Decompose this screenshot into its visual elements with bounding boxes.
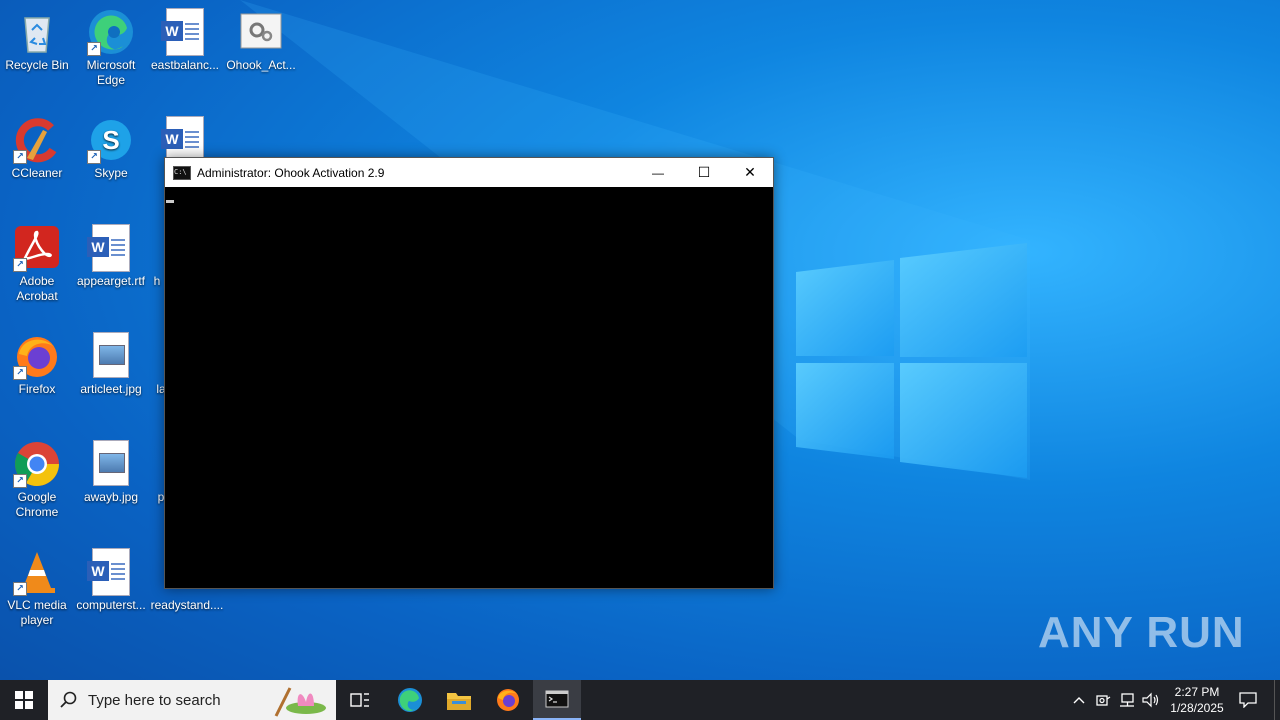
skype-icon: S ↗ bbox=[87, 116, 135, 164]
taskbar-clock[interactable]: 2:27 PM 1/28/2025 bbox=[1162, 684, 1232, 716]
desktop-icon-computerst[interactable]: W computerst... bbox=[74, 548, 148, 613]
window-title: Administrator: Ohook Activation 2.9 bbox=[197, 165, 385, 180]
taskbar-edge-button[interactable] bbox=[386, 680, 434, 720]
word-document-icon: W bbox=[87, 224, 135, 272]
start-button[interactable] bbox=[0, 680, 48, 720]
desktop-icon-skype[interactable]: S ↗ Skype bbox=[74, 116, 148, 181]
clock-time: 2:27 PM bbox=[1174, 685, 1220, 699]
desktop-icon-ccleaner[interactable]: ↗ CCleaner bbox=[0, 116, 74, 181]
anyrun-watermark: ANY RUN bbox=[1038, 608, 1245, 657]
close-icon: ✕ bbox=[744, 164, 756, 180]
action-center-button[interactable] bbox=[1234, 680, 1262, 720]
desktop-icon-label: Microsoft Edge bbox=[86, 58, 136, 87]
shortcut-arrow-icon: ↗ bbox=[87, 42, 101, 56]
desktop-icon-adobe-acrobat[interactable]: ↗ Adobe Acrobat bbox=[0, 224, 74, 304]
desktop-icon-label: computerst... bbox=[76, 598, 146, 612]
tray-network[interactable] bbox=[1116, 680, 1138, 720]
shortcut-arrow-icon: ↗ bbox=[87, 150, 101, 164]
adobe-acrobat-icon: ↗ bbox=[13, 224, 61, 272]
network-icon bbox=[1120, 693, 1134, 707]
desktop-icon-label: Firefox bbox=[18, 382, 56, 396]
desktop-icon-label: eastbalanc... bbox=[150, 58, 220, 72]
camera-icon bbox=[1096, 695, 1111, 706]
chevron-up-icon bbox=[1073, 697, 1085, 704]
maximize-icon: ☐ bbox=[697, 164, 711, 180]
search-icon bbox=[60, 691, 77, 708]
taskbar-firefox-button[interactable] bbox=[484, 680, 532, 720]
firefox-icon: ↗ bbox=[13, 332, 61, 380]
desktop-icon-label: CCleaner bbox=[11, 166, 63, 180]
maximize-button[interactable]: ☐ bbox=[681, 158, 727, 187]
desktop-icon-label: Ohook_Act... bbox=[226, 58, 296, 72]
speaker-icon bbox=[1142, 692, 1159, 708]
task-view-icon bbox=[350, 693, 369, 707]
taskbar: Type here to search 2:27 PM 1/28/2025 bbox=[0, 680, 1280, 720]
desktop-icon-label: Google Chrome bbox=[15, 490, 59, 519]
desktop-icon-label: VLC media player bbox=[7, 598, 67, 627]
image-file-icon bbox=[87, 332, 135, 380]
shortcut-arrow-icon: ↗ bbox=[13, 582, 27, 596]
search-highlight-icon bbox=[274, 687, 326, 717]
edge-icon: ↗ bbox=[87, 8, 135, 56]
edge-icon bbox=[398, 688, 422, 712]
task-view-button[interactable] bbox=[336, 680, 384, 720]
shortcut-arrow-icon: ↗ bbox=[13, 366, 27, 380]
desktop-icon-label: h bbox=[153, 274, 161, 288]
minimize-button[interactable]: — bbox=[635, 158, 681, 187]
image-file-icon bbox=[87, 440, 135, 488]
svg-text:S: S bbox=[102, 125, 119, 155]
shortcut-arrow-icon: ↗ bbox=[13, 258, 27, 272]
notification-icon bbox=[1239, 692, 1257, 708]
shortcut-arrow-icon: ↗ bbox=[13, 474, 27, 488]
desktop-icon-ohook-act[interactable]: Ohook_Act... bbox=[224, 8, 298, 73]
desktop-icon-vlc[interactable]: ↗ VLC media player bbox=[0, 548, 74, 628]
shortcut-arrow-icon: ↗ bbox=[13, 150, 27, 164]
word-document-icon: W bbox=[161, 8, 209, 56]
close-button[interactable]: ✕ bbox=[727, 158, 773, 187]
folder-icon bbox=[447, 693, 471, 710]
windows-icon bbox=[15, 691, 33, 709]
console-output[interactable] bbox=[165, 188, 773, 588]
desktop-icon-label: Skype bbox=[94, 166, 128, 180]
desktop-icon-recycle-bin[interactable]: Recycle Bin bbox=[0, 8, 74, 73]
tray-volume[interactable] bbox=[1140, 680, 1162, 720]
clock-date: 1/28/2025 bbox=[1170, 701, 1224, 715]
desktop-icon-label: readystand.... bbox=[150, 598, 224, 612]
desktop-icon-readystand[interactable]: readystand.... bbox=[150, 598, 224, 613]
console-titlebar[interactable]: C:\ Administrator: Ohook Activation 2.9 … bbox=[165, 158, 773, 187]
recycle-bin-icon bbox=[13, 8, 61, 56]
taskbar-file-explorer-button[interactable] bbox=[435, 680, 483, 720]
chrome-icon: ↗ bbox=[13, 440, 61, 488]
text-cursor bbox=[166, 200, 174, 203]
desktop-icon-microsoft-edge[interactable]: ↗ Microsoft Edge bbox=[74, 8, 148, 88]
taskbar-search-box[interactable]: Type here to search bbox=[48, 680, 336, 720]
tray-meet-now[interactable] bbox=[1092, 680, 1114, 720]
console-icon: C:\ bbox=[173, 165, 191, 180]
console-icon bbox=[545, 690, 569, 708]
desktop-icon-label: Recycle Bin bbox=[5, 58, 69, 72]
word-document-icon: W bbox=[87, 548, 135, 596]
show-hidden-icons-button[interactable] bbox=[1068, 680, 1090, 720]
vlc-icon: ↗ bbox=[13, 548, 61, 596]
minimize-icon: — bbox=[652, 165, 664, 180]
desktop-icon-google-chrome[interactable]: ↗ Google Chrome bbox=[0, 440, 74, 520]
desktop-icon-label: Adobe Acrobat bbox=[16, 274, 58, 303]
desktop-icon-firefox[interactable]: ↗ Firefox bbox=[0, 332, 74, 397]
ccleaner-icon: ↗ bbox=[13, 116, 61, 164]
firefox-icon bbox=[497, 689, 519, 711]
taskbar-console-button[interactable] bbox=[533, 680, 581, 720]
desktop-icon-eastbalance[interactable]: W eastbalanc... bbox=[148, 8, 222, 73]
search-placeholder: Type here to search bbox=[88, 691, 221, 709]
settings-file-icon bbox=[237, 8, 285, 56]
show-desktop-button[interactable] bbox=[1274, 680, 1280, 720]
console-window[interactable]: C:\ Administrator: Ohook Activation 2.9 … bbox=[164, 157, 774, 589]
